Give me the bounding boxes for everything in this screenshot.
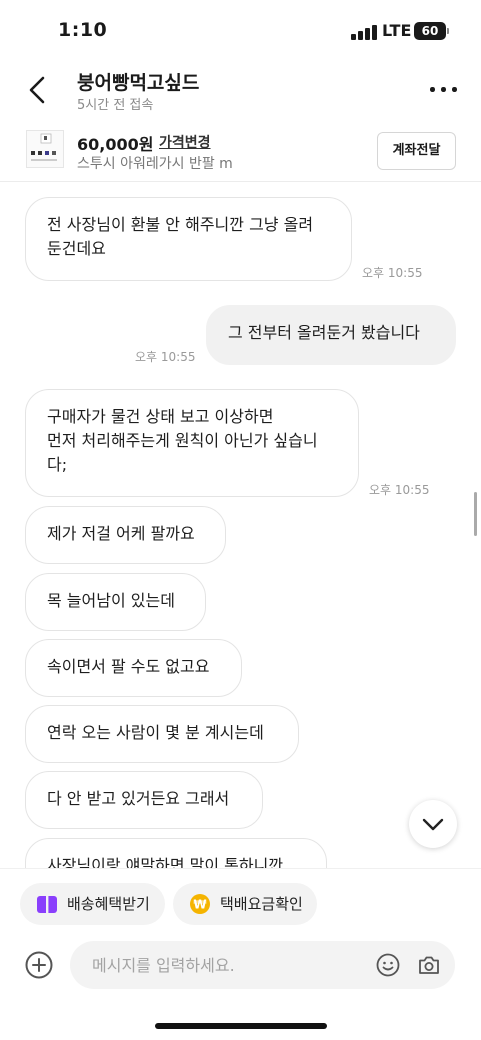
bottom-composer: 배송혜택받기 ₩ 택배요금확인 bbox=[0, 868, 481, 1040]
shipping-fee-chip[interactable]: ₩ 택배요금확인 bbox=[173, 883, 317, 925]
received-message: 속이면서 팔 수도 없고요 bbox=[25, 639, 242, 697]
product-title: 스투시 아워레가시 반팔 m bbox=[77, 156, 233, 172]
camera-button[interactable] bbox=[417, 953, 441, 977]
product-price: 60,000원 bbox=[77, 135, 154, 154]
account-transfer-button[interactable]: 계좌전달 bbox=[377, 132, 456, 170]
product-image-icon bbox=[31, 133, 57, 161]
plus-circle-icon bbox=[25, 951, 53, 979]
price-change-link[interactable]: 가격변경 bbox=[159, 132, 211, 152]
back-button[interactable] bbox=[24, 70, 54, 110]
won-coin-icon: ₩ bbox=[190, 894, 210, 914]
chat-messages[interactable]: 전 사장님이 환불 안 해주니깐 그냥 올려 둔건데요 오후 10:55 그 전… bbox=[0, 183, 481, 868]
product-bar[interactable]: 60,000원 가격변경 스투시 아워레가시 반팔 m 계좌전달 bbox=[0, 122, 481, 182]
shipping-benefit-chip[interactable]: 배송혜택받기 bbox=[20, 883, 165, 925]
message-timestamp: 오후 10:55 bbox=[362, 266, 423, 280]
scrollbar[interactable] bbox=[474, 492, 477, 536]
received-message: 사장님이랑 얘말하면 말이 통하니깐 bbox=[25, 838, 327, 868]
received-message: 다 안 받고 있거든요 그래서 bbox=[25, 771, 263, 829]
received-message: 목 늘어남이 있는데 bbox=[25, 573, 206, 631]
scroll-to-bottom-button[interactable] bbox=[409, 800, 457, 848]
camera-icon bbox=[419, 956, 439, 974]
status-time: 1:10 bbox=[58, 19, 108, 41]
received-message: 구매자가 물건 상태 보고 이상하면 먼저 처리해주는게 원칙이 아닌가 싶습니… bbox=[25, 389, 359, 497]
message-timestamp: 오후 10:55 bbox=[135, 350, 196, 364]
received-message: 전 사장님이 환불 안 해주니깐 그냥 올려 둔건데요 bbox=[25, 197, 352, 281]
svg-text:₩: ₩ bbox=[193, 898, 207, 912]
more-options-icon[interactable] bbox=[428, 78, 460, 102]
chevron-down-icon bbox=[422, 818, 444, 831]
chevron-left-icon bbox=[29, 76, 45, 104]
message-input-wrapper[interactable] bbox=[70, 941, 455, 989]
chip-label: 택배요금확인 bbox=[220, 895, 303, 913]
sent-message: 그 전부터 올려둔거 봤습니다 bbox=[206, 305, 456, 365]
chat-partner-name: 붕어빵먹고싶드 bbox=[77, 72, 200, 94]
battery-tip bbox=[447, 28, 449, 34]
message-timestamp: 오후 10:55 bbox=[369, 483, 430, 497]
signal-icon bbox=[351, 24, 377, 40]
gift-box-icon bbox=[37, 896, 57, 913]
battery-icon: 60 bbox=[414, 22, 446, 40]
add-attachment-button[interactable] bbox=[25, 951, 53, 979]
product-thumbnail[interactable] bbox=[26, 130, 64, 168]
last-seen-status: 5시간 전 접속 bbox=[77, 98, 154, 113]
home-indicator[interactable] bbox=[155, 1023, 327, 1029]
status-bar: 1:10 LTE 60 bbox=[0, 0, 481, 60]
emoji-button[interactable] bbox=[376, 953, 400, 977]
chip-label: 배송혜택받기 bbox=[67, 895, 150, 913]
message-input[interactable] bbox=[92, 941, 362, 989]
smiley-icon bbox=[376, 953, 400, 977]
received-message: 제가 저걸 어케 팔까요 bbox=[25, 506, 226, 564]
chat-header: 붕어빵먹고싶드 5시간 전 접속 bbox=[0, 60, 481, 122]
received-message: 연락 오는 사람이 몇 분 계시는데 bbox=[25, 705, 299, 763]
network-type: LTE bbox=[382, 21, 412, 40]
